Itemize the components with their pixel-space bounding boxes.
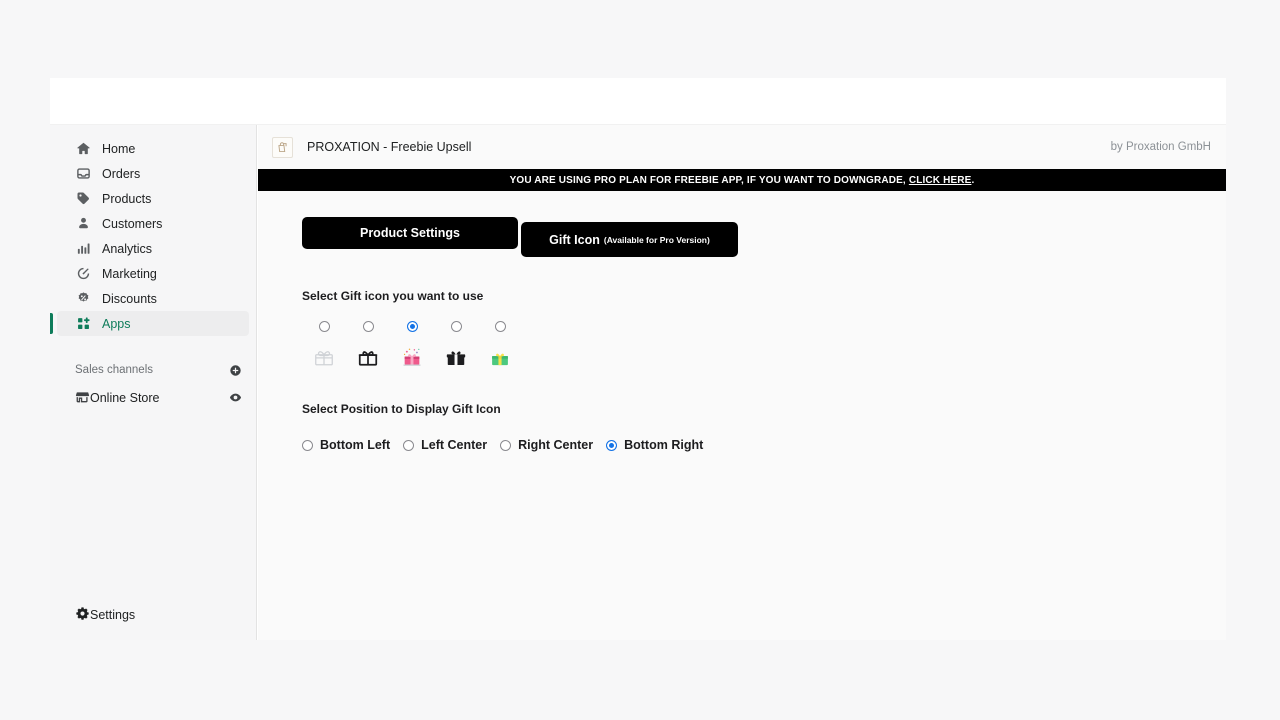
position-label: Left Center: [421, 438, 488, 452]
discounts-icon: [75, 291, 91, 307]
gift-icon-option-5[interactable]: [478, 321, 522, 370]
app-vendor: by Proxation GmbH: [1110, 141, 1211, 153]
sidebar-item-label: Marketing: [102, 266, 157, 281]
tab-product-settings[interactable]: Product Settings: [302, 217, 518, 249]
plan-banner: YOU ARE USING PRO PLAN FOR FREEBIE APP, …: [258, 169, 1226, 191]
sidebar-item-discounts[interactable]: Discounts: [57, 286, 249, 311]
tab-gift-icon[interactable]: Gift Icon (Available for Pro Version): [521, 222, 738, 257]
home-icon: [75, 141, 91, 157]
position-options: Bottom Left Left Center Right Center Bot…: [302, 438, 1226, 452]
sidebar-item-customers[interactable]: Customers: [57, 211, 249, 236]
sidebar-item-online-store[interactable]: Online Store: [57, 386, 249, 409]
main-content: PROXATION - Freebie Upsell by Proxation …: [258, 125, 1226, 640]
plus-circle-icon[interactable]: [228, 363, 243, 378]
sidebar-item-label: Analytics: [102, 241, 153, 256]
gift-icon-options: [302, 321, 1226, 370]
top-bar: [50, 78, 1226, 125]
gift-icon-section-label: Select Gift icon you want to use: [302, 289, 484, 303]
marketing-target-icon: [75, 266, 91, 282]
position-option-left-center[interactable]: Left Center: [403, 438, 487, 452]
tab-bar: Product Settings Gift Icon (Available fo…: [302, 217, 1226, 257]
position-radio-bottom-left[interactable]: [302, 439, 313, 451]
plan-banner-trailing: .: [971, 174, 975, 186]
gift-icon-radio-2[interactable]: [362, 321, 374, 332]
shopping-bag-icon: [272, 136, 293, 158]
gift-icon-option-1[interactable]: [302, 321, 346, 370]
gift-icon-option-3[interactable]: [390, 321, 434, 370]
plan-banner-text: YOU ARE USING PRO PLAN FOR FREEBIE APP, …: [509, 174, 906, 186]
sidebar-item-products[interactable]: Products: [57, 186, 249, 211]
sidebar-item-label: Customers: [102, 216, 163, 231]
gift-icon-option-4[interactable]: [434, 321, 478, 370]
sidebar-item-label: Apps: [102, 316, 131, 331]
position-radio-bottom-right[interactable]: [606, 439, 618, 451]
tab-sublabel: (Available for Pro Version): [603, 234, 710, 245]
sidebar-item-label: Home: [102, 141, 136, 156]
gift-pink-confetti-icon: [399, 344, 425, 370]
online-store-icon: [75, 389, 90, 407]
gift-icon-option-2[interactable]: [346, 321, 390, 370]
gear-icon: [75, 606, 90, 624]
gift-icon-radio-5[interactable]: [494, 321, 506, 332]
sidebar-item-label: Orders: [102, 166, 141, 181]
position-radio-left-center[interactable]: [403, 439, 415, 451]
analytics-bars-icon: [75, 241, 91, 257]
position-label: Bottom Left: [320, 438, 391, 452]
sales-channels-label: Sales channels: [75, 364, 153, 376]
gift-icon-radio-3[interactable]: [406, 321, 418, 332]
sidebar-item-apps[interactable]: Apps: [50, 311, 249, 336]
position-option-bottom-right[interactable]: Bottom Right: [606, 438, 703, 452]
sales-channels-heading: Sales channels: [57, 360, 249, 380]
sidebar-item-label: Online Store: [90, 390, 160, 405]
customers-person-icon: [75, 216, 91, 232]
products-tag-icon: [75, 191, 91, 207]
gift-icon-radio-4[interactable]: [450, 321, 462, 332]
gift-outline-light-icon: [311, 344, 337, 370]
sidebar-nav-list: Home Orders Products Customers Analytics…: [50, 125, 256, 336]
app-title: PROXATION - Freebie Upsell: [307, 140, 472, 154]
sidebar-item-analytics[interactable]: Analytics: [57, 236, 249, 261]
position-label: Bottom Right: [624, 438, 704, 452]
sidebar-item-home[interactable]: Home: [57, 136, 249, 161]
active-accent-bar: [50, 313, 53, 334]
sidebar-item-settings[interactable]: Settings: [57, 603, 249, 627]
gift-outline-dark-icon: [355, 344, 381, 370]
sidebar-item-label: Settings: [90, 608, 136, 622]
sidebar-item-orders[interactable]: Orders: [57, 161, 249, 186]
apps-grid-icon: [75, 316, 91, 332]
eye-icon[interactable]: [228, 390, 243, 405]
tab-label: Product Settings: [359, 226, 460, 240]
orders-icon: [75, 166, 91, 182]
settings-panel: Product Settings Gift Icon (Available fo…: [258, 191, 1226, 452]
sidebar-item-marketing[interactable]: Marketing: [57, 261, 249, 286]
app-window: Home Orders Products Customers Analytics…: [50, 78, 1226, 640]
position-section-label: Select Position to Display Gift Icon: [302, 402, 501, 416]
gift-solid-black-icon: [443, 344, 469, 370]
position-option-right-center[interactable]: Right Center: [500, 438, 593, 452]
position-radio-right-center[interactable]: [500, 439, 512, 451]
position-option-bottom-left[interactable]: Bottom Left: [302, 438, 390, 452]
app-header: PROXATION - Freebie Upsell by Proxation …: [258, 125, 1226, 169]
position-label: Right Center: [518, 438, 594, 452]
gift-icon-radio-1[interactable]: [318, 321, 330, 332]
tab-label: Gift Icon: [549, 232, 600, 247]
sidebar: Home Orders Products Customers Analytics…: [50, 125, 257, 640]
sidebar-item-label: Products: [102, 191, 152, 206]
sidebar-item-label: Discounts: [102, 291, 157, 306]
gift-green-yellow-icon: [487, 344, 513, 370]
downgrade-link[interactable]: CLICK HERE: [909, 175, 972, 186]
